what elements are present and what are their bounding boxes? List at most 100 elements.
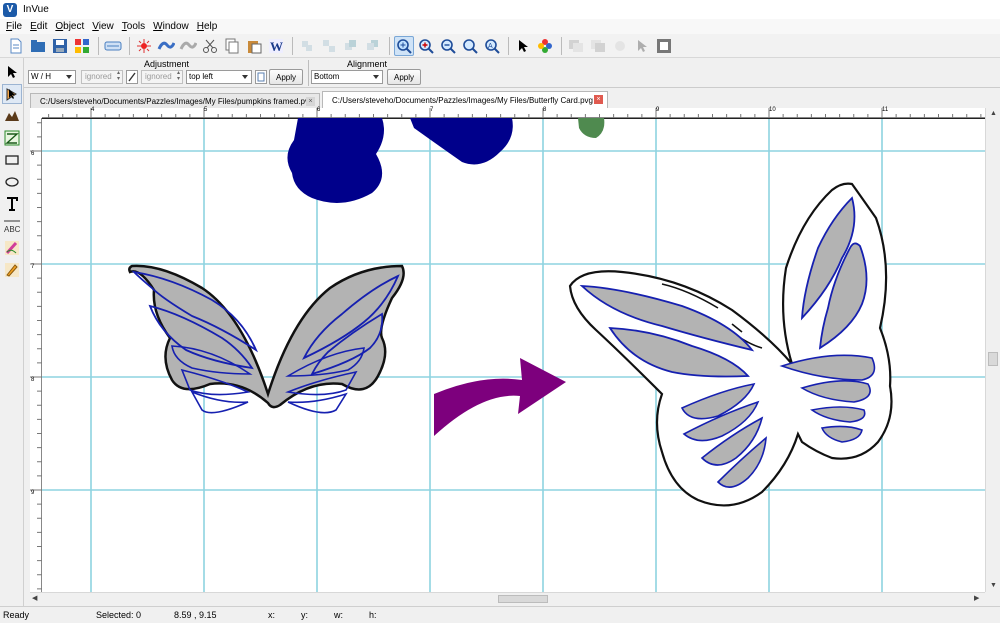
butterfly-solid[interactable] (128, 264, 405, 414)
status-text: Ready (3, 610, 30, 620)
tool-select[interactable] (2, 62, 22, 82)
vertical-scroll-thumb[interactable] (988, 352, 998, 366)
trace-button[interactable] (134, 36, 154, 56)
purple-arrow[interactable] (434, 358, 566, 436)
scroll-down-icon[interactable]: ▼ (990, 582, 997, 589)
close-icon[interactable]: × (594, 95, 603, 104)
new-document-icon (10, 38, 22, 53)
x-label: x: (268, 610, 276, 620)
cut-button[interactable] (200, 36, 220, 56)
node-edit-icon (6, 88, 17, 101)
scroll-up-icon[interactable]: ▲ (990, 110, 997, 117)
tool-line[interactable] (2, 128, 22, 148)
tab-butterfly-card[interactable]: C:/Users/steveho/Documents/Pazzles/Image… (322, 91, 608, 108)
tab-label: C:/Users/steveho/Documents/Pazzles/Image… (40, 96, 314, 106)
menu-help[interactable]: Help (193, 21, 222, 32)
toolbar-separator (129, 36, 130, 55)
tool-rectangle[interactable] (2, 150, 22, 170)
pencil-draw-icon (5, 241, 19, 255)
tool-text[interactable] (2, 194, 22, 214)
menu-edit[interactable]: Edit (26, 21, 51, 32)
paste-button[interactable] (244, 36, 264, 56)
ruler-corner (30, 108, 42, 118)
h-label: h: (369, 610, 377, 620)
zoom-out-button[interactable] (438, 36, 458, 56)
select-arrow-icon (8, 66, 17, 78)
tool-node-edit[interactable] (2, 84, 22, 104)
cursor-coordinates: 8.59 , 9.15 (174, 610, 217, 620)
menu-window[interactable]: Window (149, 21, 193, 32)
zoom-actual-button[interactable]: A (482, 36, 502, 56)
anchor-select[interactable]: top left (186, 70, 252, 84)
link-ratio-button[interactable] (126, 70, 138, 84)
frame-button[interactable] (654, 36, 674, 56)
library-button[interactable] (72, 36, 92, 56)
tool-text-on-path[interactable]: ABC (2, 216, 22, 236)
window-title: InVue (23, 4, 49, 15)
horizontal-scroll-thumb[interactable] (498, 595, 548, 603)
color-wheel-button[interactable] (535, 36, 555, 56)
select-tool-button[interactable] (513, 36, 533, 56)
weld-button[interactable] (156, 36, 176, 56)
alignment-select[interactable]: Bottom (311, 70, 383, 84)
menu-file[interactable]: File (2, 21, 26, 32)
zoom-out-icon (441, 38, 456, 54)
word-button[interactable]: W (266, 36, 286, 56)
edit-nodes-button[interactable] (610, 36, 630, 56)
width-spinner[interactable]: ignored (81, 70, 123, 84)
ungroup-button[interactable] (319, 36, 339, 56)
paste-clipboard-icon (248, 40, 262, 53)
cutting-mat-icon (104, 41, 122, 50)
tool-draw[interactable] (2, 238, 22, 258)
toolbar-separator (561, 36, 562, 55)
scroll-left-icon[interactable]: ◀ (32, 594, 37, 602)
new-document-button[interactable] (6, 36, 26, 56)
ruler-label: 6 (317, 107, 321, 113)
vertical-scrollbar[interactable]: ▲ ▼ (985, 108, 1000, 592)
node-cursor-icon (638, 39, 647, 52)
toolbar-separator (389, 36, 390, 55)
horizontal-scrollbar[interactable]: ◀ ▶ (30, 592, 985, 605)
send-back-icon (367, 39, 378, 50)
scroll-right-icon[interactable]: ▶ (974, 594, 979, 602)
cursor-arrow-icon (519, 39, 528, 52)
tool-ellipse[interactable] (2, 172, 22, 192)
green-shape[interactable] (578, 118, 605, 138)
navy-shape-left[interactable] (287, 118, 384, 203)
mat-button[interactable] (103, 36, 123, 56)
svg-text:ABC: ABC (4, 225, 21, 234)
butterfly-cutout[interactable] (568, 182, 893, 507)
adjustment-mode-select[interactable]: W / H (28, 70, 76, 84)
menu-view[interactable]: View (88, 21, 118, 32)
blackout-button[interactable] (588, 36, 608, 56)
tool-image[interactable] (2, 106, 22, 126)
unweld-button[interactable] (178, 36, 198, 56)
close-icon[interactable]: × (306, 97, 315, 106)
alignment-apply-button[interactable]: Apply (387, 69, 421, 85)
zoom-tool-button[interactable] (394, 35, 414, 56)
ruler-ticks (30, 122, 42, 590)
anchor-grid-icon (257, 72, 265, 82)
tool-pen[interactable] (2, 260, 22, 280)
height-spinner[interactable]: ignored (141, 70, 183, 84)
zoom-fit-icon (463, 38, 478, 54)
menu-tools[interactable]: Tools (118, 21, 149, 32)
node-select-button[interactable] (632, 36, 652, 56)
menu-object[interactable]: Object (51, 21, 88, 32)
adjustment-apply-button[interactable]: Apply (269, 69, 303, 85)
ruler-label: 10 (769, 107, 776, 113)
copy-button[interactable] (222, 36, 242, 56)
drawing-canvas[interactable] (42, 118, 985, 592)
zoom-in-button[interactable] (416, 36, 436, 56)
tab-pumpkins-framed[interactable]: C:/Users/steveho/Documents/Pazzles/Image… (30, 93, 320, 108)
shadow-button[interactable] (566, 36, 586, 56)
open-button[interactable] (28, 36, 48, 56)
zoom-in-icon (419, 38, 434, 54)
send-back-button[interactable] (363, 36, 383, 56)
anchor-icon-button[interactable] (255, 70, 267, 84)
group-button[interactable] (297, 36, 317, 56)
zoom-fit-button[interactable] (460, 36, 480, 56)
navy-shape-right[interactable] (410, 118, 513, 165)
bring-front-button[interactable] (341, 36, 361, 56)
save-button[interactable] (50, 36, 70, 56)
